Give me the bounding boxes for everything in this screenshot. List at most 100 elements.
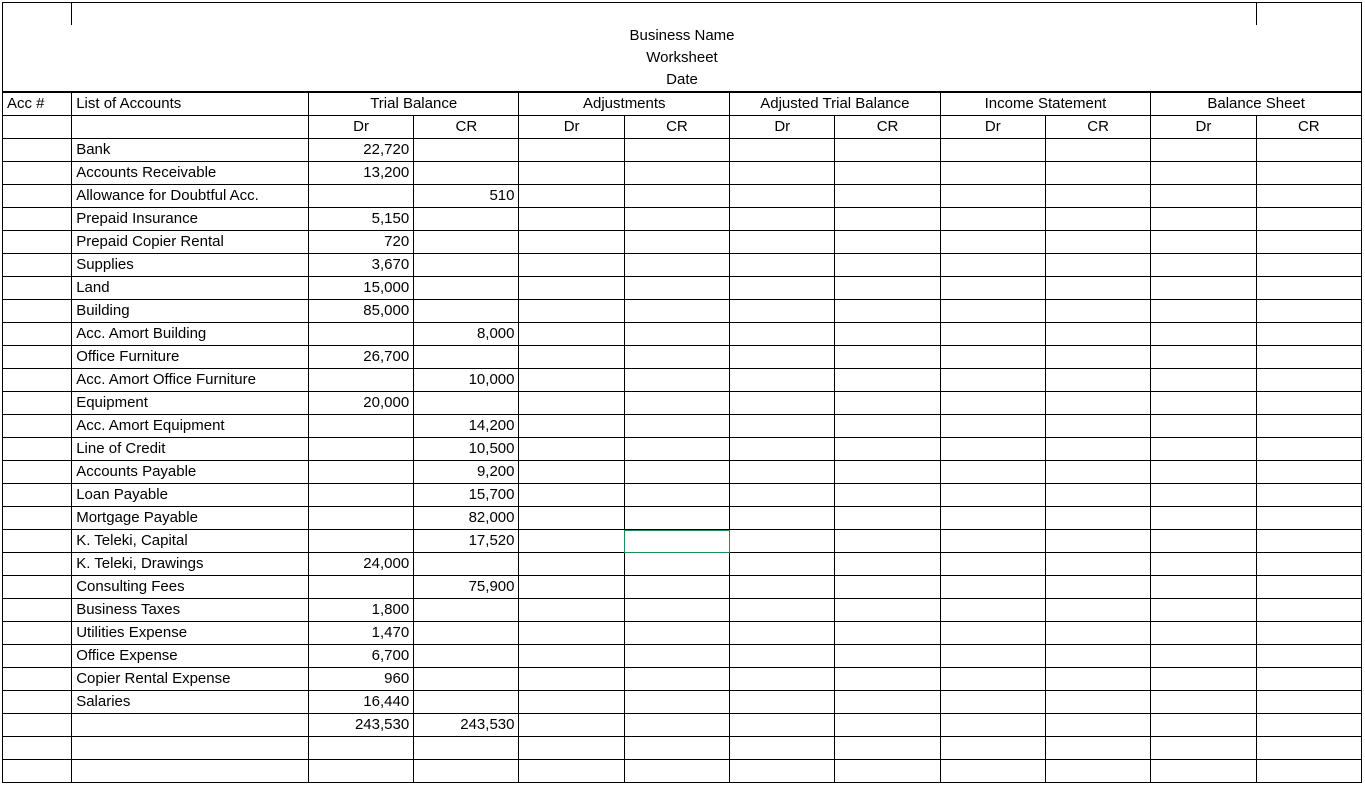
cell-adj-cr[interactable]	[624, 185, 729, 208]
cell-account-name[interactable]: Office Expense	[72, 645, 309, 668]
cell-adj-cr[interactable]	[624, 208, 729, 231]
cell-account-name[interactable]: Line of Credit	[72, 438, 309, 461]
cell-atb-dr[interactable]	[730, 185, 835, 208]
cell-is-dr[interactable]	[940, 576, 1045, 599]
cell-acc-no[interactable]	[3, 369, 72, 392]
cell-tb-cr[interactable]	[414, 553, 519, 576]
cell-atb-dr[interactable]	[730, 415, 835, 438]
cell-is-dr[interactable]	[940, 162, 1045, 185]
cell-adj-cr[interactable]	[624, 346, 729, 369]
cell-tb-cr[interactable]: 8,000	[414, 323, 519, 346]
cell-adj-cr[interactable]	[624, 438, 729, 461]
cell[interactable]	[1256, 737, 1361, 760]
cell-tb-dr[interactable]: 1,470	[308, 622, 413, 645]
cell-bs-dr[interactable]	[1151, 599, 1256, 622]
cell-adj-cr[interactable]	[624, 369, 729, 392]
cell-account-name[interactable]: Accounts Payable	[72, 461, 309, 484]
cell-is-cr[interactable]	[1045, 438, 1150, 461]
cell-tb-dr[interactable]: 15,000	[308, 277, 413, 300]
cell-bs-dr[interactable]	[1151, 231, 1256, 254]
cell[interactable]	[835, 737, 940, 760]
cell[interactable]	[519, 737, 624, 760]
cell-is-cr[interactable]	[1045, 392, 1150, 415]
cell-account-name[interactable]: Land	[72, 277, 309, 300]
cell-account-name[interactable]: Prepaid Copier Rental	[72, 231, 309, 254]
cell-bs-cr[interactable]	[1256, 599, 1361, 622]
cell-is-cr[interactable]	[1045, 415, 1150, 438]
cell[interactable]	[730, 714, 835, 737]
cell-adj-dr[interactable]	[519, 392, 624, 415]
cell-bs-cr[interactable]	[1256, 369, 1361, 392]
total-tb-dr[interactable]: 243,530	[308, 714, 413, 737]
cell-atb-dr[interactable]	[730, 323, 835, 346]
cell-tb-cr[interactable]: 15,700	[414, 484, 519, 507]
cell-adj-cr[interactable]	[624, 576, 729, 599]
cell-bs-cr[interactable]	[1256, 231, 1361, 254]
cell-bs-cr[interactable]	[1256, 208, 1361, 231]
cell-adj-cr[interactable]	[624, 484, 729, 507]
cell-tb-dr[interactable]	[308, 530, 413, 553]
cell[interactable]	[940, 760, 1045, 783]
cell-bs-cr[interactable]	[1256, 645, 1361, 668]
cell-is-cr[interactable]	[1045, 346, 1150, 369]
cell-is-dr[interactable]	[940, 438, 1045, 461]
cell-atb-dr[interactable]	[730, 553, 835, 576]
cell-acc-no[interactable]	[3, 139, 72, 162]
cell-atb-cr[interactable]	[835, 691, 940, 714]
cell-atb-cr[interactable]	[835, 300, 940, 323]
cell-account-name[interactable]: K. Teleki, Drawings	[72, 553, 309, 576]
cell-account-name[interactable]: Consulting Fees	[72, 576, 309, 599]
cell-is-dr[interactable]	[940, 691, 1045, 714]
cell-bs-dr[interactable]	[1151, 346, 1256, 369]
cell[interactable]	[414, 760, 519, 783]
cell-atb-cr[interactable]	[835, 139, 940, 162]
cell-atb-cr[interactable]	[835, 254, 940, 277]
cell-account-name[interactable]: Utilities Expense	[72, 622, 309, 645]
cell-bs-cr[interactable]	[1256, 576, 1361, 599]
cell-adj-dr[interactable]	[519, 507, 624, 530]
cell-tb-cr[interactable]: 75,900	[414, 576, 519, 599]
cell-tb-dr[interactable]	[308, 415, 413, 438]
cell-tb-cr[interactable]	[414, 668, 519, 691]
cell-is-cr[interactable]	[1045, 553, 1150, 576]
cell-is-dr[interactable]	[940, 208, 1045, 231]
cell-bs-cr[interactable]	[1256, 668, 1361, 691]
cell-tb-cr[interactable]: 9,200	[414, 461, 519, 484]
cell-adj-cr[interactable]	[624, 277, 729, 300]
cell-bs-dr[interactable]	[1151, 139, 1256, 162]
cell-is-dr[interactable]	[940, 484, 1045, 507]
cell-tb-dr[interactable]	[308, 484, 413, 507]
cell-is-dr[interactable]	[940, 415, 1045, 438]
cell[interactable]	[1045, 737, 1150, 760]
cell-adj-dr[interactable]	[519, 162, 624, 185]
cell[interactable]	[1151, 714, 1256, 737]
cell-tb-cr[interactable]: 17,520	[414, 530, 519, 553]
cell-is-dr[interactable]	[940, 300, 1045, 323]
cell-atb-dr[interactable]	[730, 208, 835, 231]
cell-is-cr[interactable]	[1045, 254, 1150, 277]
cell-atb-cr[interactable]	[835, 369, 940, 392]
cell[interactable]	[519, 760, 624, 783]
cell[interactable]	[1256, 714, 1361, 737]
cell-bs-cr[interactable]	[1256, 139, 1361, 162]
cell-is-cr[interactable]	[1045, 484, 1150, 507]
cell-atb-cr[interactable]	[835, 553, 940, 576]
cell-is-dr[interactable]	[940, 254, 1045, 277]
cell-tb-dr[interactable]: 20,000	[308, 392, 413, 415]
cell-adj-dr[interactable]	[519, 461, 624, 484]
cell[interactable]	[3, 714, 72, 737]
cell-atb-cr[interactable]	[835, 231, 940, 254]
cell-is-cr[interactable]	[1045, 622, 1150, 645]
cell-adj-dr[interactable]	[519, 208, 624, 231]
cell-adj-dr[interactable]	[519, 553, 624, 576]
cell-bs-dr[interactable]	[1151, 645, 1256, 668]
cell[interactable]	[72, 714, 309, 737]
cell[interactable]	[72, 116, 309, 139]
cell-atb-cr[interactable]	[835, 461, 940, 484]
cell-adj-dr[interactable]	[519, 369, 624, 392]
cell-acc-no[interactable]	[3, 323, 72, 346]
cell-acc-no[interactable]	[3, 277, 72, 300]
cell-atb-cr[interactable]	[835, 599, 940, 622]
cell-account-name[interactable]: Equipment	[72, 392, 309, 415]
cell-adj-cr[interactable]	[624, 254, 729, 277]
